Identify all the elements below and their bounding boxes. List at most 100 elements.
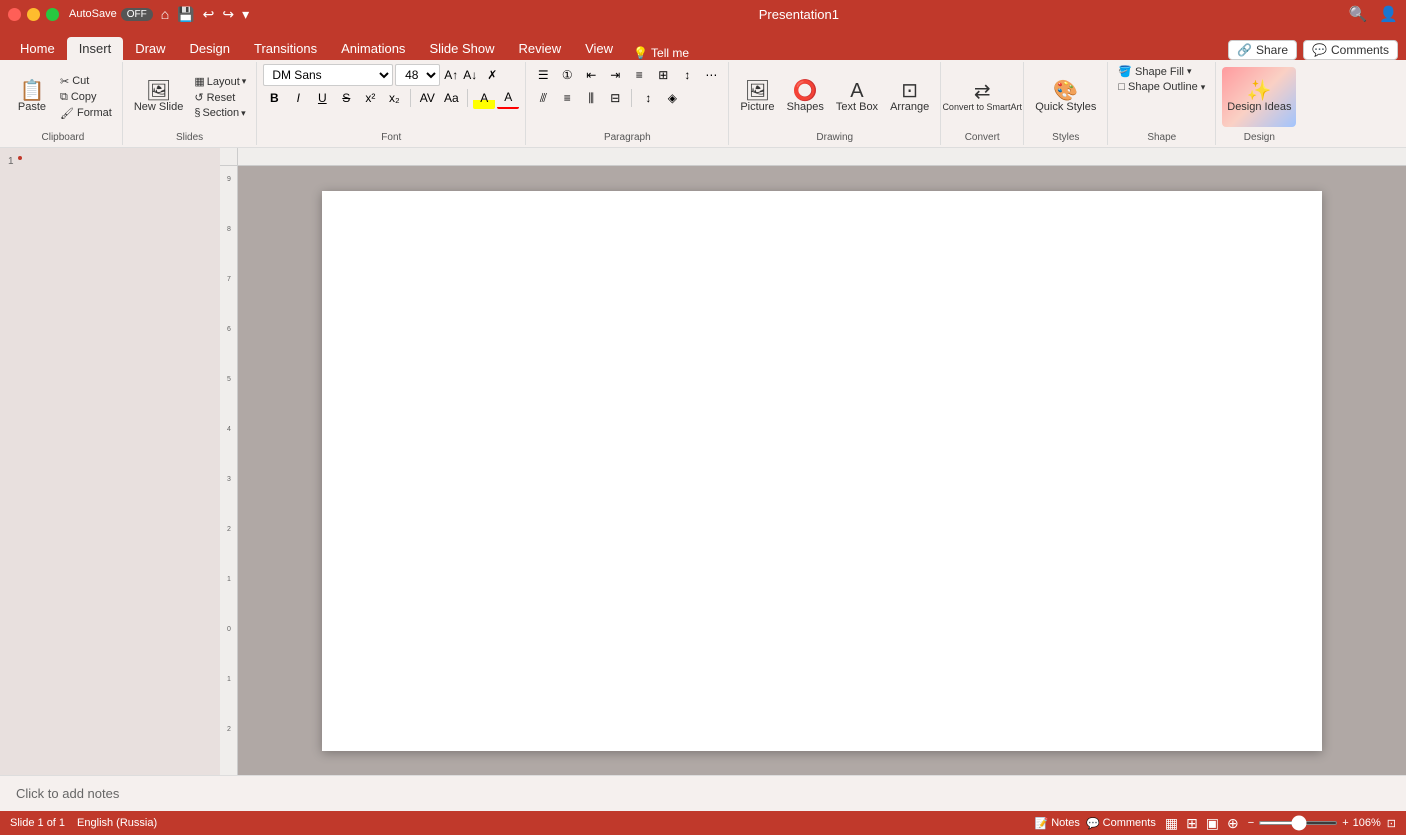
tab-animations[interactable]: Animations: [329, 37, 417, 60]
font-decrease-button[interactable]: A↓: [461, 66, 479, 84]
text-highlight-button[interactable]: A: [473, 87, 495, 109]
share-button[interactable]: 🔗 Share: [1228, 40, 1297, 60]
line-spacing-button[interactable]: ↕: [637, 87, 659, 109]
subscript-button[interactable]: x₂: [383, 87, 405, 109]
undo-icon[interactable]: ↩: [203, 6, 215, 23]
picture-button[interactable]: 🖼 Picture: [735, 67, 779, 127]
slide-thumbnail-1[interactable]: [18, 156, 22, 160]
align-left-button[interactable]: ⫻: [532, 87, 554, 109]
strikethrough-button[interactable]: S: [335, 87, 357, 109]
bold-button[interactable]: B: [263, 87, 285, 109]
cut-button[interactable]: ✂ Cut: [56, 74, 116, 89]
decrease-indent-button[interactable]: ⇤: [580, 64, 602, 86]
numbering-button[interactable]: ①: [556, 64, 578, 86]
reading-view-button[interactable]: ▣: [1203, 815, 1222, 832]
align-center-button[interactable]: ≡: [556, 87, 578, 109]
copy-button[interactable]: ⧉ Copy: [56, 90, 116, 105]
text-box-button[interactable]: A Text Box: [831, 67, 883, 127]
convert-smartart-ribbon-button[interactable]: ⇄ Convert to SmartArt: [947, 67, 1017, 127]
design-ideas-button[interactable]: ✨ Design Ideas: [1222, 67, 1296, 127]
tab-draw[interactable]: Draw: [123, 37, 177, 60]
svg-text:8: 8: [227, 226, 231, 233]
align-right-button[interactable]: ⫼: [580, 87, 602, 109]
design-ideas-icon: ✨: [1247, 81, 1272, 101]
presenter-view-button[interactable]: ⊕: [1224, 815, 1242, 832]
shape-fill-button[interactable]: 🪣 Shape Fill ▾: [1114, 64, 1195, 79]
paste-button[interactable]: 📋 Paste: [10, 67, 54, 127]
svg-text:3: 3: [227, 476, 231, 483]
redo-icon[interactable]: ↪: [222, 6, 234, 23]
arrange-button[interactable]: ⊡ Arrange: [885, 67, 934, 127]
fit-slide-button[interactable]: ⊡: [1387, 817, 1396, 830]
quick-styles-button[interactable]: 🎨 Quick Styles: [1030, 67, 1101, 127]
increase-indent-button[interactable]: ⇥: [604, 64, 626, 86]
char-spacing-button[interactable]: AV: [416, 87, 438, 109]
tab-insert[interactable]: Insert: [67, 37, 124, 60]
tab-review[interactable]: Review: [506, 37, 573, 60]
layout-arrow-icon: ▾: [242, 76, 247, 87]
slide-canvas[interactable]: [322, 191, 1322, 751]
tell-me-label[interactable]: Tell me: [651, 46, 689, 60]
zoom-out-button[interactable]: −: [1248, 817, 1254, 829]
comments-button[interactable]: 💬 Comments: [1303, 40, 1398, 60]
tab-transitions[interactable]: Transitions: [242, 37, 329, 60]
superscript-button[interactable]: x²: [359, 87, 381, 109]
justify-button[interactable]: ⊟: [604, 87, 626, 109]
design-ideas-content: ✨ Design Ideas: [1222, 64, 1296, 130]
new-slide-button[interactable]: 🖼 New Slide: [129, 67, 189, 127]
format-painter-button[interactable]: 🖌 Format: [56, 106, 116, 121]
profile-icon[interactable]: 👤: [1379, 5, 1398, 23]
svg-text:7: 7: [227, 276, 231, 283]
shape-fill-row: 🪣 Shape Fill ▾: [1114, 64, 1209, 79]
col-layout-button[interactable]: ⊞: [652, 64, 674, 86]
more-icon[interactable]: ▾: [242, 6, 249, 23]
minimize-button[interactable]: [27, 8, 40, 21]
tab-design[interactable]: Design: [178, 37, 242, 60]
tab-view[interactable]: View: [573, 37, 625, 60]
font-color-button[interactable]: A: [497, 87, 519, 109]
lightbulb-icon: 💡: [633, 46, 648, 60]
para-row-1: ☰ ① ⇤ ⇥ ≡ ⊞ ↕ ⋯: [532, 64, 722, 86]
font-increase-button[interactable]: A↑: [442, 66, 460, 84]
shape-outline-button[interactable]: □ Shape Outline ▾: [1114, 80, 1209, 94]
tab-home[interactable]: Home: [8, 37, 67, 60]
separator: [410, 89, 411, 107]
home-icon[interactable]: ⌂: [161, 6, 169, 22]
font-size-selector[interactable]: 48: [395, 64, 440, 86]
search-icon[interactable]: 🔍: [1349, 5, 1368, 23]
ribbon-tabs: Home Insert Draw Design Transitions Anim…: [0, 28, 1406, 60]
para-row-2: ⫻ ≡ ⫼ ⊟ ↕ ◈: [532, 87, 722, 109]
maximize-button[interactable]: [46, 8, 59, 21]
bullets-button[interactable]: ☰: [532, 64, 554, 86]
section-button[interactable]: § Section ▾: [190, 106, 250, 120]
slide-main[interactable]: [238, 166, 1406, 775]
multilevel-list-button[interactable]: ≡: [628, 64, 650, 86]
tab-slideshow[interactable]: Slide Show: [417, 37, 506, 60]
reset-button[interactable]: ↺ Reset: [190, 90, 250, 105]
clear-format-button[interactable]: ✗: [481, 64, 503, 86]
italic-button[interactable]: I: [287, 87, 309, 109]
quick-styles-icon: 🎨: [1053, 81, 1078, 101]
convert-smartart-button[interactable]: ⋯: [700, 64, 722, 86]
zoom-in-button[interactable]: +: [1342, 817, 1348, 829]
underline-button[interactable]: U: [311, 87, 333, 109]
ruler-and-slide: 9 8 7 6 5 4 3 2 1 0 1 2 3: [220, 166, 1406, 775]
save-icon[interactable]: 💾: [177, 6, 194, 23]
zoom-slider[interactable]: [1258, 821, 1338, 825]
close-button[interactable]: [8, 8, 21, 21]
notes-status-button[interactable]: 📝 Notes: [1034, 817, 1079, 830]
font-selector[interactable]: DM Sans: [263, 64, 393, 86]
text-case-button[interactable]: Aa: [440, 87, 462, 109]
shapes-button[interactable]: ⭕ Shapes: [782, 67, 829, 127]
notes-bar[interactable]: Click to add notes: [0, 775, 1406, 811]
text-direction-button[interactable]: ↕: [676, 64, 698, 86]
svg-text:4: 4: [227, 426, 231, 433]
smartart-button[interactable]: ◈: [661, 87, 683, 109]
status-bar: Slide 1 of 1 English (Russia) 📝 Notes 💬 …: [0, 811, 1406, 835]
autosave-toggle[interactable]: OFF: [121, 8, 153, 21]
layout-button[interactable]: ▦ Layout ▾: [190, 74, 250, 89]
notes-placeholder[interactable]: Click to add notes: [16, 786, 119, 801]
normal-view-button[interactable]: ▦: [1162, 815, 1181, 832]
comments-status-button[interactable]: 💬 Comments: [1086, 817, 1156, 830]
slide-sorter-button[interactable]: ⊞: [1183, 815, 1201, 832]
